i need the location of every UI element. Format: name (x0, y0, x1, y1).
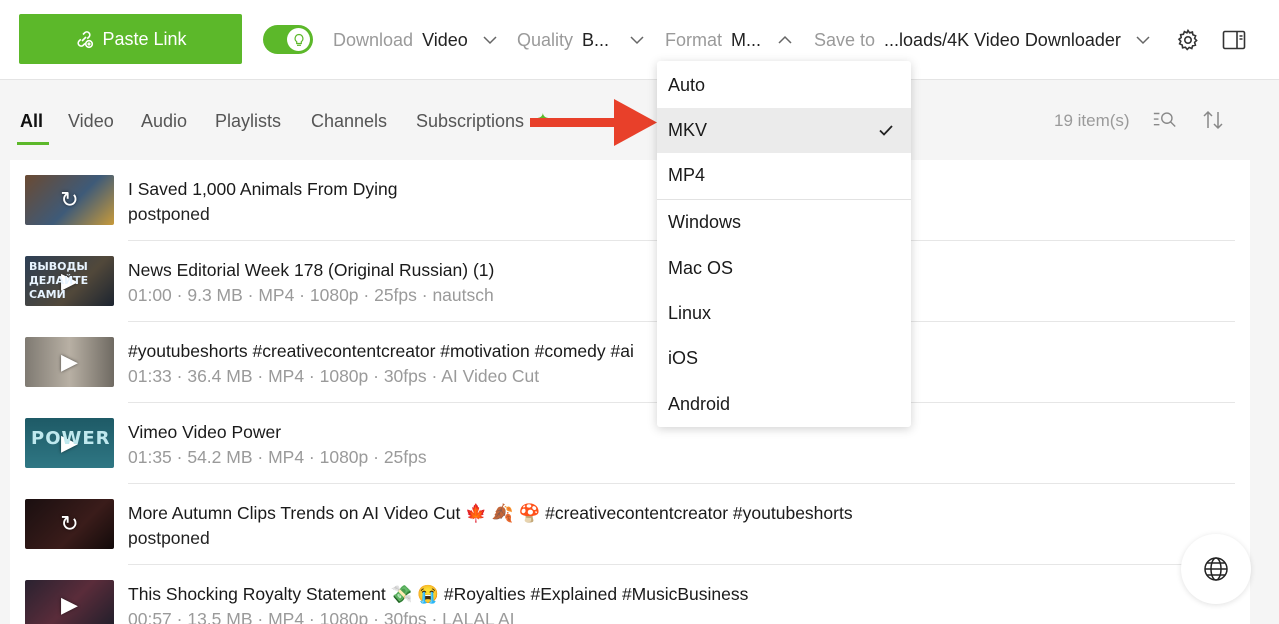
download-value: Video (422, 29, 468, 50)
retry-icon[interactable]: ↻ (60, 511, 78, 537)
format-label: Format (665, 29, 723, 50)
toggle-knob (287, 28, 310, 51)
chevron-down-icon (630, 36, 644, 45)
item-count: 19 item(s) (1054, 111, 1130, 130)
list-item[interactable]: ↻ More Autumn Clips Trends on AI Video C… (10, 484, 1250, 565)
active-tab-indicator (17, 142, 49, 145)
tab-audio[interactable]: Audio (141, 111, 187, 132)
top-toolbar: Paste Link Download Video Quality B... F… (0, 0, 1279, 80)
save-to-label: Save to (814, 29, 876, 50)
list-item[interactable]: ▶ This Shocking Royalty Statement 💸 😭 #R… (10, 565, 1250, 624)
video-thumbnail[interactable]: ▶ (25, 580, 114, 624)
item-title: More Autumn Clips Trends on AI Video Cut… (128, 503, 853, 523)
settings-gear-icon[interactable] (1175, 27, 1201, 53)
save-to-select[interactable]: Save to ...loads/4K Video Downloader (814, 28, 1151, 52)
download-label: Download (333, 29, 414, 50)
video-thumbnail[interactable]: ↻ (25, 175, 114, 225)
thumbnail-caption: POWER (31, 428, 111, 449)
option-label: iOS (668, 348, 699, 368)
tab-video[interactable]: Video (68, 111, 114, 132)
play-icon[interactable]: ▶ (61, 349, 78, 375)
format-option-ios[interactable]: iOS (657, 336, 911, 381)
paste-link-icon (77, 31, 94, 49)
video-thumbnail[interactable]: ВЫВОДЫ ДЕЛАЙТЕ САМИ ▶ (25, 256, 114, 306)
video-thumbnail[interactable]: ▶ (25, 337, 114, 387)
annotation-arrow-icon (530, 99, 657, 146)
checkmark-icon (879, 125, 893, 136)
chevron-up-icon (778, 35, 792, 44)
item-meta: 01:35 · 54.2 MB · MP4 · 1080p · 25fps (128, 447, 427, 467)
sort-icon[interactable] (1200, 107, 1226, 133)
quality-select[interactable]: Quality B... (517, 28, 645, 52)
option-label: Mac OS (668, 258, 734, 278)
item-meta: 01:33 · 36.4 MB · MP4 · 1080p · 30fps · … (128, 366, 540, 386)
option-label: MKV (668, 120, 708, 140)
item-title: #youtubeshorts #creativecontentcreator #… (128, 341, 634, 361)
item-title: I Saved 1,000 Animals From Dying (128, 179, 398, 199)
item-meta: 00:57 · 13.5 MB · MP4 · 1080p · 30fps · … (128, 609, 515, 624)
chevron-down-icon (1136, 36, 1150, 45)
video-thumbnail[interactable]: ↻ (25, 499, 114, 549)
format-select[interactable]: Format M... (665, 28, 793, 52)
globe-icon (1204, 557, 1228, 581)
list-item[interactable]: ↻ I Saved 1,000 Animals From Dying postp… (10, 160, 1250, 241)
format-option-mp4[interactable]: MP4 (657, 153, 911, 198)
item-title: Vimeo Video Power (128, 422, 282, 442)
paste-link-label: Paste Link (102, 28, 187, 49)
video-thumbnail[interactable]: POWER ▶ (25, 418, 114, 468)
format-option-windows[interactable]: Windows (657, 200, 911, 245)
item-status: postponed (128, 528, 210, 548)
option-label: Auto (668, 75, 706, 95)
play-icon[interactable]: ▶ (61, 592, 78, 618)
format-option-macos[interactable]: Mac OS (657, 246, 911, 291)
tab-playlists[interactable]: Playlists (215, 111, 281, 132)
download-type-select[interactable]: Download Video (333, 28, 498, 52)
tab-all[interactable]: All (20, 111, 43, 132)
option-label: MP4 (668, 165, 706, 185)
download-list: ↻ I Saved 1,000 Animals From Dying postp… (10, 160, 1250, 624)
option-label: Linux (668, 303, 712, 323)
format-value: M... (731, 29, 762, 50)
list-scrollbar[interactable] (1268, 160, 1274, 310)
list-item[interactable]: ВЫВОДЫ ДЕЛАЙТЕ САМИ ▶ News Editorial Wee… (10, 241, 1250, 322)
thumbnail-caption: ВЫВОДЫ ДЕЛАЙТЕ САМИ (29, 260, 89, 301)
language-globe-button[interactable] (1181, 534, 1251, 604)
list-item[interactable]: ▶ #youtubeshorts #creativecontentcreator… (10, 322, 1250, 403)
chevron-down-icon (483, 36, 497, 45)
format-option-mkv[interactable]: MKV (657, 108, 911, 153)
tab-channels[interactable]: Channels (311, 111, 387, 132)
item-status: postponed (128, 204, 210, 224)
tab-subscriptions[interactable]: Subscriptions (416, 111, 524, 132)
item-title: News Editorial Week 178 (Original Russia… (128, 260, 495, 280)
format-option-linux[interactable]: Linux (657, 291, 911, 336)
quality-value: B... (582, 29, 610, 50)
format-option-auto[interactable]: Auto (657, 63, 911, 108)
format-dropdown-menu: Auto MKV MP4 Windows Mac OS Linux iOS An… (657, 61, 911, 427)
item-title: This Shocking Royalty Statement 💸 😭 #Roy… (128, 584, 749, 604)
quality-label: Quality (517, 29, 574, 50)
search-list-icon[interactable] (1152, 107, 1178, 133)
sidebar-panel-icon[interactable] (1221, 27, 1247, 53)
lightbulb-icon (294, 33, 303, 46)
paste-link-button[interactable]: Paste Link (19, 14, 242, 64)
option-label: Windows (668, 212, 742, 232)
item-meta: 01:00 · 9.3 MB · MP4 · 1080p · 25fps · n… (128, 285, 494, 305)
format-option-android[interactable]: Android (657, 382, 911, 427)
save-to-value: ...loads/4K Video Downloader (884, 29, 1121, 50)
retry-icon[interactable]: ↻ (60, 187, 78, 213)
smart-mode-toggle[interactable] (263, 25, 313, 54)
list-item[interactable]: POWER ▶ Vimeo Video Power 01:35 · 54.2 M… (10, 403, 1250, 484)
option-label: Android (668, 394, 731, 414)
